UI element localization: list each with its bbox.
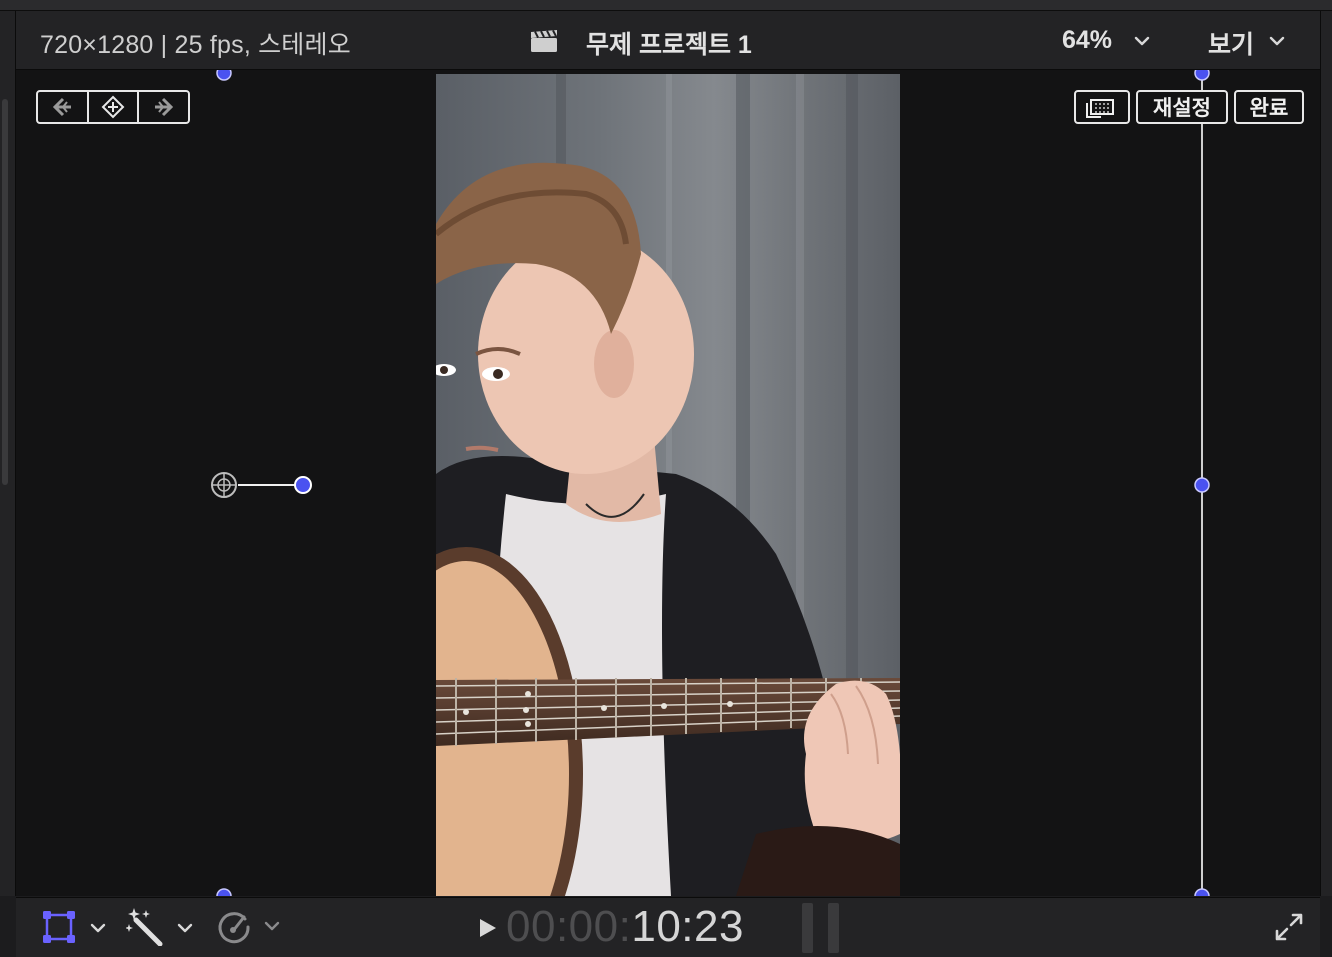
zoom-menu[interactable]: 64% — [1062, 26, 1112, 55]
clapperboard-icon — [531, 29, 557, 52]
chevron-down-icon[interactable] — [90, 922, 106, 934]
handle-right-middle[interactable] — [1194, 477, 1210, 493]
keyframe-controls — [36, 90, 190, 124]
left-panel-edge — [0, 11, 16, 896]
timecode-display[interactable]: 00:00:10:23 — [506, 902, 744, 952]
chevron-down-icon[interactable] — [1134, 35, 1150, 47]
crosshair-icon[interactable] — [211, 472, 237, 498]
view-menu[interactable]: 보기 — [1208, 25, 1254, 61]
rotation-handle[interactable] — [294, 476, 312, 494]
add-keyframe-button[interactable] — [89, 92, 140, 122]
format-info[interactable]: 720×1280 | 25 fps, 스테레오 — [40, 25, 351, 61]
viewer-header: 720×1280 | 25 fps, 스테레오 무제 프로젝트 1 64% 보기 — [16, 11, 1320, 70]
speedometer-icon[interactable] — [216, 909, 252, 945]
project-title[interactable]: 무제 프로젝트 1 — [586, 25, 752, 61]
timecode-dim: 00:00: — [506, 902, 632, 951]
viewer-footer: 00:00:10:23 — [16, 897, 1320, 957]
arrow-right-icon — [154, 97, 173, 117]
done-button[interactable]: 완료 — [1234, 90, 1304, 124]
handle-bottom-right[interactable] — [1194, 888, 1210, 896]
transform-overlay — [211, 70, 1210, 896]
handle-top-right[interactable] — [1194, 70, 1210, 81]
aspect-button[interactable] — [1074, 90, 1130, 124]
diamond-plus-icon — [101, 95, 125, 119]
window-top-strip — [0, 0, 1332, 11]
audio-meter-left — [802, 903, 813, 953]
right-panel-edge — [1320, 11, 1332, 896]
handle-bottom-left[interactable] — [216, 888, 232, 896]
transform-icon[interactable] — [42, 910, 76, 944]
arrow-left-icon — [53, 97, 72, 117]
timecode-bright: 10:23 — [631, 902, 744, 951]
expand-icon[interactable] — [1274, 912, 1304, 942]
video-viewer[interactable]: 재설정 완료 — [16, 70, 1320, 896]
play-icon[interactable] — [478, 917, 498, 939]
handle-top-left[interactable] — [216, 70, 232, 81]
chevron-down-icon[interactable] — [177, 922, 193, 934]
aspect-frame-icon — [1086, 99, 1114, 118]
reset-button[interactable]: 재설정 — [1136, 90, 1228, 124]
previous-keyframe-button[interactable] — [38, 92, 89, 122]
chevron-down-icon[interactable] — [1269, 35, 1285, 47]
magic-wand-icon[interactable] — [126, 906, 164, 946]
audio-meter-right — [828, 903, 839, 953]
chevron-down-icon[interactable] — [264, 920, 280, 932]
next-keyframe-button[interactable] — [139, 92, 188, 122]
left-scroll-handle[interactable] — [2, 99, 8, 485]
